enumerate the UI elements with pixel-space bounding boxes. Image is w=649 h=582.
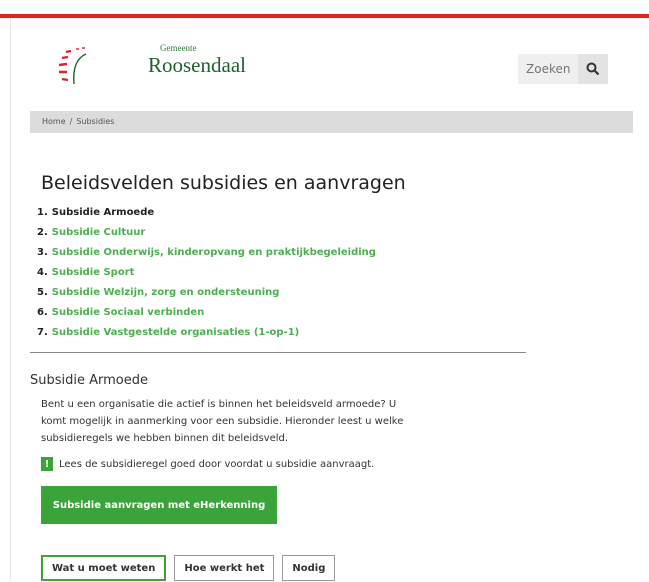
toc-link-cultuur[interactable]: Subsidie Cultuur (52, 227, 146, 238)
exclamation-icon: ! (41, 457, 53, 471)
breadcrumb: Home / Subsidies (30, 111, 633, 133)
toc-link-armoede[interactable]: Subsidie Armoede (52, 207, 154, 218)
toc-number: 2. (37, 227, 48, 238)
warning-text: Lees de subsidieregel goed door voordat … (59, 458, 375, 470)
logo-subtitle: Gemeente (160, 43, 197, 53)
toc-number: 6. (37, 307, 48, 318)
toc-number: 1. (37, 207, 48, 218)
search-button[interactable] (578, 54, 608, 84)
toc-item: 4. Subsidie Sport (37, 265, 376, 285)
warning-notice: ! Lees de subsidieregel goed door voorda… (41, 457, 374, 471)
toc-link-sport[interactable]: Subsidie Sport (52, 267, 135, 278)
section-intro-text: Bent u een organisatie die actief is bin… (41, 399, 404, 444)
table-of-contents: 1. Subsidie Armoede 2. Subsidie Cultuur 3.… (37, 205, 376, 345)
tab-nodig[interactable]: Nodig (282, 555, 336, 581)
info-tabs: Wat u moet weten Hoe werkt het Nodig (41, 555, 343, 581)
toc-item: 2. Subsidie Cultuur (37, 225, 376, 245)
page-title: Beleidsvelden subsidies en aanvragen (41, 172, 406, 194)
toc-link-welzijn[interactable]: Subsidie Welzijn, zorg en ondersteuning (52, 287, 280, 298)
search-icon (586, 62, 600, 76)
search-bar (518, 54, 608, 84)
logo-title: Roosendaal (148, 53, 246, 77)
toc-item: 3. Subsidie Onderwijs, kinderopvang en pr… (37, 245, 376, 265)
toc-item: 5. Subsidie Welzijn, zorg en ondersteunin… (37, 285, 376, 305)
logo-mark-icon (58, 47, 87, 85)
search-input[interactable] (518, 54, 578, 84)
toc-number: 5. (37, 287, 48, 298)
toc-item: 6. Subsidie Sociaal verbinden (37, 305, 376, 325)
toc-item: 1. Subsidie Armoede (37, 205, 376, 225)
municipality-logo[interactable]: Gemeente Roosendaal (52, 40, 246, 90)
toc-number: 4. (37, 267, 48, 278)
breadcrumb-current: Subsidies (76, 117, 115, 126)
toc-number: 3. (37, 247, 48, 258)
page-edge-divider (10, 18, 11, 580)
toc-link-onderwijs[interactable]: Subsidie Onderwijs, kinderopvang en prak… (52, 247, 376, 258)
toc-item: 7. Subsidie Vastgestelde organisaties (1-… (37, 325, 376, 345)
breadcrumb-separator: / (69, 117, 73, 126)
apply-eherkenning-button[interactable]: Subsidie aanvragen met eHerkenning (41, 486, 277, 524)
toc-number: 7. (37, 327, 48, 338)
tab-wat-u-moet-weten[interactable]: Wat u moet weten (41, 555, 167, 581)
section-divider (30, 352, 526, 353)
toc-link-vastgestelde-organisaties[interactable]: Subsidie Vastgestelde organisaties (1-op… (52, 327, 299, 338)
top-accent-bar (0, 14, 649, 18)
breadcrumb-home-link[interactable]: Home (42, 117, 66, 126)
toc-link-sociaal-verbinden[interactable]: Subsidie Sociaal verbinden (52, 307, 205, 318)
section-title: Subsidie Armoede (30, 373, 148, 388)
tab-hoe-werkt-het[interactable]: Hoe werkt het (174, 555, 275, 581)
